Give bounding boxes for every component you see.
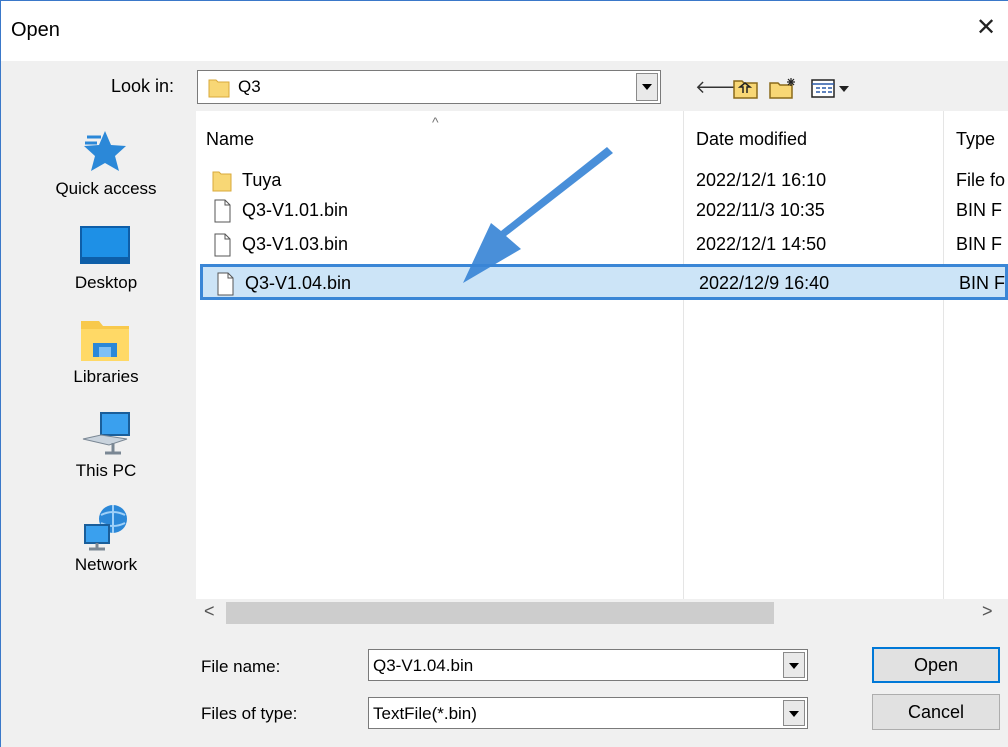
file-date: 2022/11/3 10:35 bbox=[696, 200, 825, 220]
file-type: BIN F bbox=[959, 273, 1006, 293]
computer-icon bbox=[82, 412, 130, 455]
place-label: Quick access bbox=[55, 179, 157, 198]
folder-icon bbox=[212, 171, 232, 192]
file-row-tuya[interactable]: Tuya 2022/12/1 16:10 File fo bbox=[200, 167, 1008, 195]
file-icon bbox=[214, 233, 231, 257]
file-type: BIN F bbox=[956, 200, 1003, 220]
place-label: Desktop bbox=[74, 273, 138, 292]
file-name-label: File name: bbox=[201, 657, 281, 676]
file-name: Tuya bbox=[242, 170, 282, 190]
cancel-button[interactable]: Cancel bbox=[872, 694, 1000, 730]
file-row-q3-v1-03[interactable]: Q3-V1.03.bin 2022/12/1 14:50 BIN F bbox=[200, 231, 1008, 259]
files-of-type-select[interactable]: TextFile(*.bin) bbox=[368, 697, 808, 729]
place-desktop[interactable]: Desktop bbox=[17, 215, 195, 305]
libraries-icon bbox=[81, 321, 129, 361]
scroll-thumb[interactable] bbox=[226, 602, 774, 624]
star-icon bbox=[84, 131, 126, 171]
new-folder-icon[interactable] bbox=[769, 77, 797, 99]
folder-up-icon[interactable] bbox=[733, 77, 759, 99]
files-of-type-value: TextFile(*.bin) bbox=[373, 704, 477, 723]
network-icon bbox=[84, 505, 127, 551]
scroll-left-icon[interactable]: < bbox=[204, 601, 215, 622]
place-quick-access[interactable]: Quick access bbox=[17, 121, 195, 211]
place-label: This PC bbox=[75, 461, 137, 480]
file-name-dropdown-button[interactable] bbox=[783, 652, 805, 678]
places-bar: Quick access Desktop Libraries This PC N… bbox=[17, 111, 195, 651]
file-name-input[interactable]: Q3-V1.04.bin bbox=[368, 649, 808, 681]
column-header-date[interactable]: Date modified bbox=[696, 129, 807, 150]
file-date: 2022/12/9 16:40 bbox=[699, 273, 830, 293]
place-network[interactable]: Network bbox=[17, 497, 195, 587]
file-name: Q3-V1.03.bin bbox=[242, 234, 349, 254]
title-bar: Open ✕ bbox=[1, 1, 1008, 61]
close-icon[interactable]: ✕ bbox=[973, 15, 999, 41]
open-dialog: Open ✕ Look in: Q3 🡐 Quick access Deskto… bbox=[0, 0, 1008, 747]
file-date: 2022/12/1 14:50 bbox=[696, 234, 827, 254]
column-header-name[interactable]: Name bbox=[206, 129, 254, 150]
column-header-type[interactable]: Type bbox=[956, 129, 995, 150]
file-type: BIN F bbox=[956, 234, 1003, 254]
file-row-q3-v1-04[interactable]: Q3-V1.04.bin 2022/12/9 16:40 BIN F bbox=[200, 264, 1008, 300]
file-name: Q3-V1.01.bin bbox=[242, 200, 349, 220]
folder-icon bbox=[208, 79, 230, 98]
desktop-icon bbox=[80, 226, 130, 264]
horizontal-scrollbar[interactable]: < > bbox=[196, 599, 1008, 627]
open-button[interactable]: Open bbox=[872, 647, 1000, 683]
place-libraries[interactable]: Libraries bbox=[17, 309, 195, 399]
dialog-title: Open bbox=[11, 19, 60, 41]
files-of-type-dropdown-button[interactable] bbox=[783, 700, 805, 726]
look-in-dropdown-button[interactable] bbox=[636, 73, 658, 101]
file-name: Q3-V1.04.bin bbox=[245, 273, 352, 293]
view-menu-icon[interactable] bbox=[811, 77, 851, 99]
look-in-value: Q3 bbox=[238, 77, 261, 96]
place-label: Network bbox=[74, 555, 138, 574]
look-in-select[interactable]: Q3 bbox=[197, 70, 661, 104]
file-date: 2022/12/1 16:10 bbox=[696, 170, 827, 190]
file-list[interactable]: ^ Name Date modified Type Tuya 2022/12/1… bbox=[196, 111, 1008, 599]
scroll-right-icon[interactable]: > bbox=[982, 601, 993, 622]
file-icon bbox=[217, 272, 234, 296]
place-this-pc[interactable]: This PC bbox=[17, 403, 195, 493]
file-name-value: Q3-V1.04.bin bbox=[373, 656, 474, 675]
sort-ascending-icon[interactable]: ^ bbox=[432, 114, 439, 130]
file-icon bbox=[214, 199, 231, 223]
file-row-q3-v1-01[interactable]: Q3-V1.01.bin 2022/11/3 10:35 BIN F bbox=[200, 197, 1008, 225]
look-in-label: Look in: bbox=[111, 76, 175, 96]
place-label: Libraries bbox=[73, 367, 139, 386]
file-type: File fo bbox=[956, 170, 1006, 190]
files-of-type-label: Files of type: bbox=[201, 704, 298, 723]
